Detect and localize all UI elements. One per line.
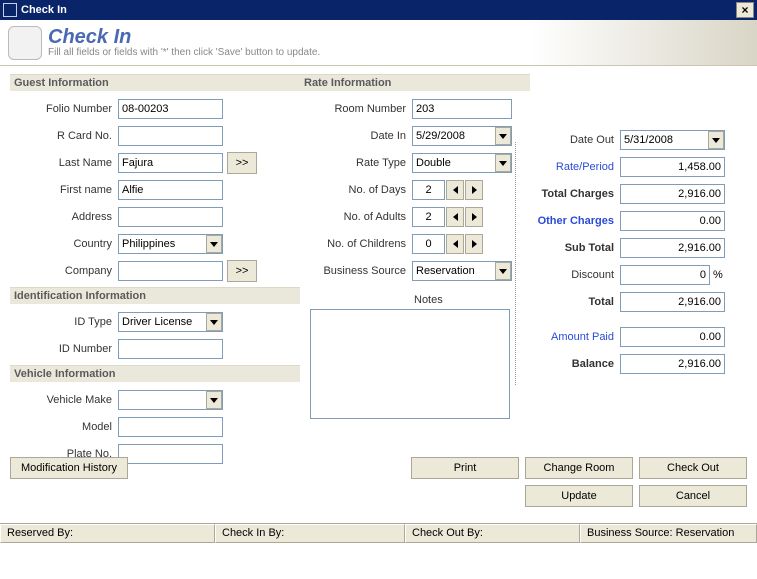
page-title: Check In bbox=[48, 27, 320, 47]
status-checkin-by: Check In By: bbox=[215, 524, 405, 543]
section-id: Identification Information bbox=[10, 287, 300, 305]
notes-textarea[interactable] bbox=[310, 309, 510, 419]
nochild-up-button[interactable] bbox=[465, 234, 483, 254]
titlebar: Check In × bbox=[0, 0, 757, 20]
update-button[interactable]: Update bbox=[525, 485, 633, 507]
label-nodays: No. of Days bbox=[300, 184, 412, 196]
cancel-button[interactable]: Cancel bbox=[639, 485, 747, 507]
label-lastname: Last Name bbox=[10, 157, 118, 169]
nochild-input[interactable] bbox=[412, 234, 445, 254]
noadults-down-button[interactable] bbox=[446, 207, 464, 227]
label-country: Country bbox=[10, 238, 118, 250]
label-company: Company bbox=[10, 265, 118, 277]
othercharges-value bbox=[620, 211, 725, 231]
model-input[interactable] bbox=[118, 417, 223, 437]
chevron-down-icon[interactable] bbox=[495, 127, 511, 145]
nochild-down-button[interactable] bbox=[446, 234, 464, 254]
status-bar: Reserved By: Check In By: Check Out By: … bbox=[0, 523, 757, 543]
chevron-down-icon[interactable] bbox=[206, 313, 222, 331]
label-dateout: Date Out bbox=[530, 134, 620, 146]
print-button[interactable]: Print bbox=[411, 457, 519, 479]
balance-value bbox=[620, 354, 725, 374]
folio-input[interactable] bbox=[118, 99, 223, 119]
vertical-divider bbox=[515, 142, 516, 385]
label-ratetype: Rate Type bbox=[300, 157, 412, 169]
lastname-lookup-button[interactable]: >> bbox=[227, 152, 257, 174]
label-address: Address bbox=[10, 211, 118, 223]
address-input[interactable] bbox=[118, 207, 223, 227]
rcard-input[interactable] bbox=[118, 126, 223, 146]
company-lookup-button[interactable]: >> bbox=[227, 260, 257, 282]
totalcharges-value bbox=[620, 184, 725, 204]
label-discount: Discount bbox=[530, 269, 620, 281]
close-button[interactable]: × bbox=[736, 2, 754, 18]
chevron-down-icon[interactable] bbox=[495, 154, 511, 172]
lastname-input[interactable] bbox=[118, 153, 223, 173]
noadults-input[interactable] bbox=[412, 207, 445, 227]
check-out-button[interactable]: Check Out bbox=[639, 457, 747, 479]
label-nochild: No. of Childrens bbox=[300, 238, 412, 250]
discount-input[interactable] bbox=[620, 265, 710, 285]
modification-history-button[interactable]: Modification History bbox=[10, 457, 128, 479]
section-rate: Rate Information bbox=[300, 74, 530, 92]
label-idnumber: ID Number bbox=[10, 343, 118, 355]
label-percent: % bbox=[713, 269, 723, 281]
nodays-down-button[interactable] bbox=[446, 180, 464, 200]
label-rateperiod[interactable]: Rate/Period bbox=[530, 161, 620, 173]
label-bizsrc: Business Source bbox=[300, 265, 412, 277]
label-totalcharges: Total Charges bbox=[530, 188, 620, 200]
nodays-input[interactable] bbox=[412, 180, 445, 200]
window-title: Check In bbox=[21, 4, 67, 16]
section-vehicle: Vehicle Information bbox=[10, 365, 300, 383]
label-total: Total bbox=[530, 296, 620, 308]
nodays-up-button[interactable] bbox=[465, 180, 483, 200]
label-rcard: R Card No. bbox=[10, 130, 118, 142]
rateperiod-value bbox=[620, 157, 725, 177]
chevron-down-icon[interactable] bbox=[495, 262, 511, 280]
chevron-down-icon[interactable] bbox=[206, 235, 222, 253]
firstname-input[interactable] bbox=[118, 180, 223, 200]
label-room: Room Number bbox=[300, 103, 412, 115]
status-checkout-by: Check Out By: bbox=[405, 524, 580, 543]
chevron-down-icon[interactable] bbox=[708, 131, 724, 149]
section-guest: Guest Information bbox=[10, 74, 300, 92]
label-idtype: ID Type bbox=[10, 316, 118, 328]
status-business-source: Business Source: Reservation bbox=[580, 524, 757, 543]
total-value bbox=[620, 292, 725, 312]
change-room-button[interactable]: Change Room bbox=[525, 457, 633, 479]
noadults-up-button[interactable] bbox=[465, 207, 483, 227]
subtotal-value bbox=[620, 238, 725, 258]
status-reserved-by: Reserved By: bbox=[0, 524, 215, 543]
window-icon bbox=[3, 3, 17, 17]
label-balance: Balance bbox=[530, 358, 620, 370]
label-subtotal: Sub Total bbox=[530, 242, 620, 254]
label-vmake: Vehicle Make bbox=[10, 394, 118, 406]
amountpaid-value bbox=[620, 327, 725, 347]
label-firstname: First name bbox=[10, 184, 118, 196]
label-othercharges[interactable]: Other Charges bbox=[530, 215, 620, 227]
header-icon bbox=[8, 26, 42, 60]
label-noadults: No. of Adults bbox=[300, 211, 412, 223]
company-input[interactable] bbox=[118, 261, 223, 281]
page-subtitle: Fill all fields or fields with '*' then … bbox=[48, 47, 320, 58]
room-input[interactable] bbox=[412, 99, 512, 119]
idnumber-input[interactable] bbox=[118, 339, 223, 359]
label-folio: Folio Number bbox=[10, 103, 118, 115]
label-amountpaid[interactable]: Amount Paid bbox=[530, 331, 620, 343]
chevron-down-icon[interactable] bbox=[206, 391, 222, 409]
label-notes: Notes bbox=[414, 294, 530, 306]
label-datein: Date In bbox=[300, 130, 412, 142]
header: Check In Fill all fields or fields with … bbox=[0, 20, 757, 66]
label-model: Model bbox=[10, 421, 118, 433]
